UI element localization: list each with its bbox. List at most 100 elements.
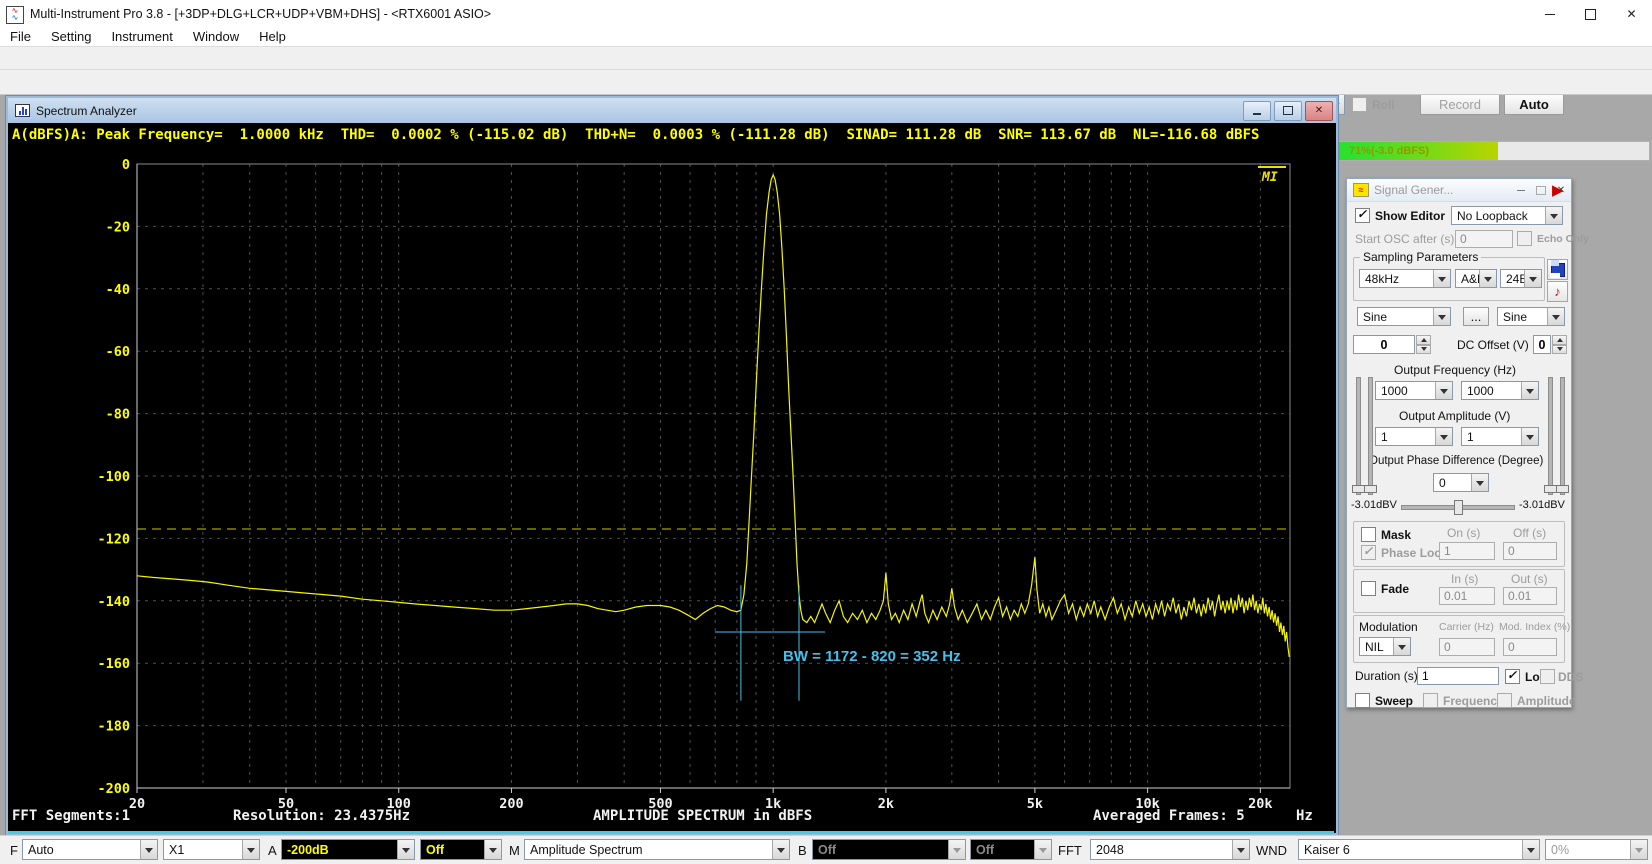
waveform-b-combo[interactable]: Sine <box>1497 307 1565 326</box>
menu-item-file[interactable]: File <box>0 28 41 45</box>
zoom-combo[interactable]: X1 <box>163 839 260 860</box>
chevron-down-icon[interactable] <box>1545 207 1562 224</box>
fade-in-field[interactable]: 0.01 <box>1439 587 1495 605</box>
roll-checkbox[interactable]: Roll <box>1352 97 1395 112</box>
mask-off-field[interactable]: 0 <box>1503 542 1557 560</box>
frequency-b-combo[interactable]: 1000 <box>1461 381 1539 400</box>
menu-item-instrument[interactable]: Instrument <box>101 28 182 45</box>
auto-button[interactable]: Auto <box>1504 94 1564 115</box>
waveform-more-button[interactable]: ... <box>1463 307 1489 326</box>
amplitude-b-combo[interactable]: 1 <box>1461 427 1539 446</box>
spinner-up-button[interactable] <box>1552 335 1567 345</box>
menu-item-setting[interactable]: Setting <box>41 28 101 45</box>
maximize-button[interactable] <box>1570 0 1611 28</box>
mask-on-field[interactable]: 1 <box>1439 542 1495 560</box>
mod-index-field[interactable]: 0 <box>1503 638 1557 656</box>
chevron-down-icon[interactable] <box>1547 308 1564 325</box>
level-slider-a-left[interactable] <box>1356 377 1361 495</box>
duration-field[interactable]: 1 <box>1417 667 1499 685</box>
chevron-down-icon[interactable] <box>1522 840 1539 859</box>
chevron-down-icon[interactable] <box>1435 382 1452 399</box>
dds-checkbox2[interactable]: DDS <box>1540 669 1583 684</box>
modulation-combo[interactable]: NIL <box>1359 637 1411 656</box>
siggen-minimize-button[interactable] <box>1511 182 1531 198</box>
overlap-combo[interactable]: 0% <box>1545 839 1648 860</box>
spectrum-close-button[interactable]: ✕ <box>1305 101 1333 121</box>
chevron-down-icon[interactable] <box>1433 270 1450 287</box>
chevron-down-icon[interactable] <box>1471 474 1488 491</box>
balance-slider[interactable] <box>1401 505 1515 510</box>
chevron-down-icon[interactable] <box>397 840 414 859</box>
b-range-combo[interactable]: Off <box>812 839 966 860</box>
loopback-combo[interactable]: No Loopback <box>1451 206 1563 225</box>
level-slider-b-thumb2[interactable] <box>1556 485 1569 493</box>
balance-slider-thumb[interactable] <box>1454 500 1463 515</box>
dc-offset-b-spinner[interactable]: 0 <box>1533 335 1567 354</box>
freq-axis-combo[interactable]: Auto <box>22 839 158 860</box>
sweep-checkbox[interactable]: Sweep <box>1355 693 1413 708</box>
fade-checkbox[interactable]: Fade <box>1361 581 1409 596</box>
chevron-down-icon[interactable] <box>1435 428 1452 445</box>
fade-out-field[interactable]: 0.01 <box>1503 587 1557 605</box>
spinner-value[interactable]: 0 <box>1533 335 1551 354</box>
carrier-field[interactable]: 0 <box>1439 638 1495 656</box>
close-button[interactable]: ✕ <box>1611 0 1652 28</box>
chevron-down-icon[interactable] <box>1630 840 1647 859</box>
phase-difference-combo[interactable]: 0 <box>1433 473 1489 492</box>
chevron-down-icon[interactable] <box>1232 840 1249 859</box>
chevron-down-icon[interactable] <box>1393 638 1410 655</box>
chevron-down-icon[interactable] <box>1524 270 1541 287</box>
spectrum-window-titlebar[interactable]: Spectrum Analyzer ✕ <box>8 98 1336 123</box>
level-slider-a-thumb2[interactable] <box>1364 485 1377 493</box>
fft-size-combo[interactable]: 2048 <box>1090 839 1250 860</box>
level-slider-b-right[interactable] <box>1560 377 1565 495</box>
spinner-down-button[interactable] <box>1416 345 1431 355</box>
level-slider-a-right[interactable] <box>1368 377 1373 495</box>
show-editor-checkbox[interactable]: Show Editor <box>1355 208 1445 223</box>
start-osc-field[interactable]: 0 <box>1455 230 1513 248</box>
chevron-down-icon[interactable] <box>484 840 501 859</box>
spectrum-minimize-button[interactable] <box>1243 101 1271 121</box>
chevron-down-icon[interactable] <box>1034 840 1051 859</box>
chevron-down-icon[interactable] <box>140 840 157 859</box>
spinner-value[interactable]: 0 <box>1353 335 1415 354</box>
display-mode-combo[interactable]: Amplitude Spectrum <box>524 839 790 860</box>
amplitude-a-combo[interactable]: 1 <box>1375 427 1453 446</box>
spinner-down-button[interactable] <box>1552 345 1567 355</box>
waveform-a-combo[interactable]: Sine <box>1357 307 1451 326</box>
window-function-combo[interactable]: Kaiser 6 <box>1298 839 1540 860</box>
record-button[interactable]: Record <box>1420 94 1500 115</box>
dc-offset-a-spinner[interactable]: 0 <box>1353 335 1431 354</box>
menu-item-help[interactable]: Help <box>249 28 296 45</box>
siggen-maximize-button[interactable] <box>1531 182 1551 198</box>
sweep-frequency-checkbox[interactable]: Frequency <box>1423 693 1504 708</box>
chevron-down-icon[interactable] <box>242 840 259 859</box>
siggen-sample-rate-combo[interactable]: 48kHz <box>1359 269 1451 288</box>
frequency-a-combo[interactable]: 1000 <box>1375 381 1453 400</box>
chevron-down-icon[interactable] <box>1479 270 1496 287</box>
chevron-down-icon[interactable] <box>1521 428 1538 445</box>
signal-generator-titlebar[interactable]: ≈ Signal Gener... ✕ <box>1347 179 1571 202</box>
phase-lock-checkbox[interactable]: Phase Lock <box>1361 545 1448 560</box>
chevron-down-icon[interactable] <box>772 840 789 859</box>
music-note-button[interactable]: ♪ <box>1547 281 1568 302</box>
sweep-amplitude-checkbox[interactable]: Amplitude <box>1497 693 1576 708</box>
siggen-run-icon[interactable]: ▶ <box>1552 183 1564 198</box>
spectrum-maximize-button[interactable] <box>1274 101 1302 121</box>
spectrum-plot[interactable]: 20501002005001k2k5k10k20k0-20-40-60-80-1… <box>8 147 1332 808</box>
chevron-down-icon[interactable] <box>948 840 965 859</box>
siggen-channels-combo[interactable]: A&B <box>1455 269 1497 288</box>
mask-checkbox[interactable]: Mask <box>1361 527 1411 542</box>
chevron-down-icon[interactable] <box>1521 382 1538 399</box>
menu-item-window[interactable]: Window <box>183 28 249 45</box>
a-compare-combo[interactable]: Off <box>420 839 502 860</box>
level-slider-b-left[interactable] <box>1548 377 1553 495</box>
a-range-combo[interactable]: -200dB <box>281 839 415 860</box>
siggen-bits-combo[interactable]: 24Bit <box>1500 269 1542 288</box>
spinner-up-button[interactable] <box>1416 335 1431 345</box>
minimize-button[interactable] <box>1529 0 1570 28</box>
echo-only-checkbox[interactable]: Echo Only <box>1517 231 1589 246</box>
chevron-down-icon[interactable] <box>1433 308 1450 325</box>
save-signal-button[interactable] <box>1547 259 1568 280</box>
b-compare-combo[interactable]: Off <box>970 839 1052 860</box>
